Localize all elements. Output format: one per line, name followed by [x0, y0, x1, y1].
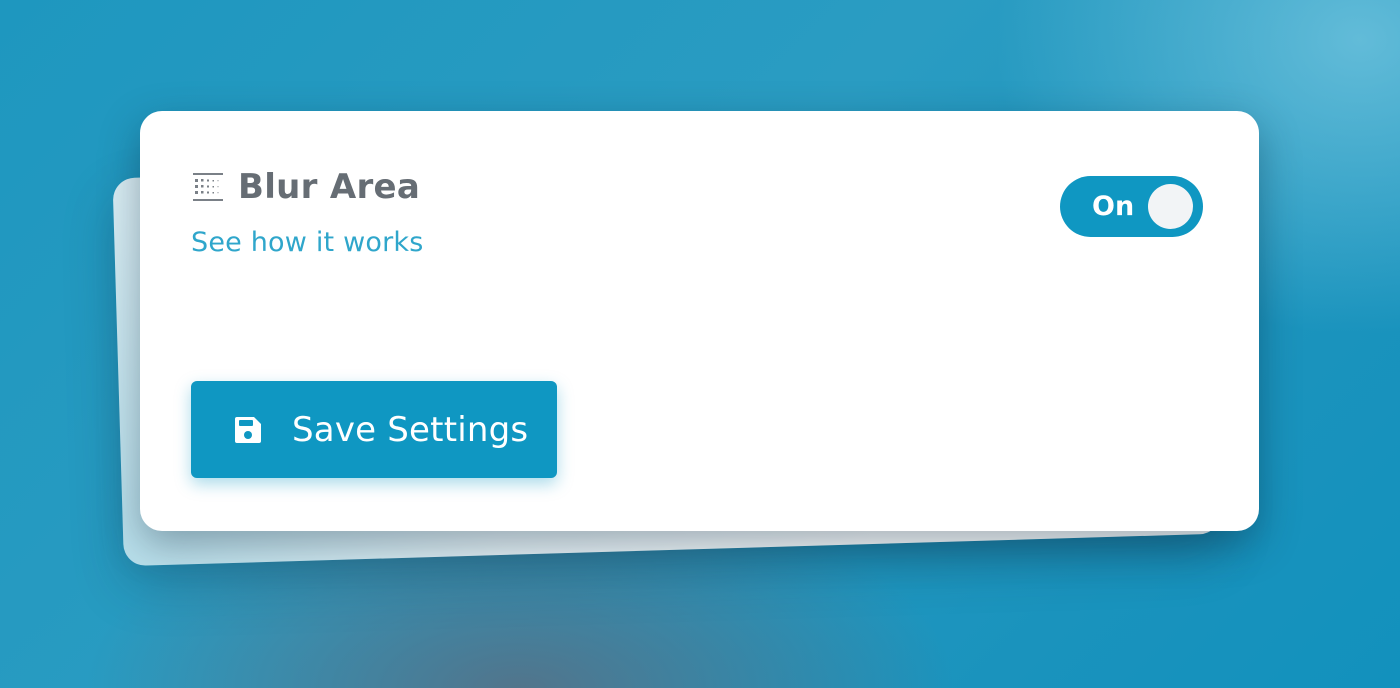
floppy-disk-icon: [235, 416, 261, 443]
settings-card: Blur Area See how it works On Save Setti…: [140, 111, 1259, 531]
save-settings-label: Save Settings: [292, 409, 529, 450]
toggle-label: On: [1092, 191, 1135, 222]
save-settings-button[interactable]: Save Settings: [191, 381, 557, 478]
toggle-knob: [1148, 184, 1193, 229]
blur-grid-icon: [193, 173, 223, 201]
blur-area-toggle[interactable]: On: [1060, 176, 1203, 237]
see-how-it-works-link[interactable]: See how it works: [191, 227, 424, 258]
title-row: Blur Area: [192, 165, 420, 209]
panel-title: Blur Area: [238, 167, 421, 207]
